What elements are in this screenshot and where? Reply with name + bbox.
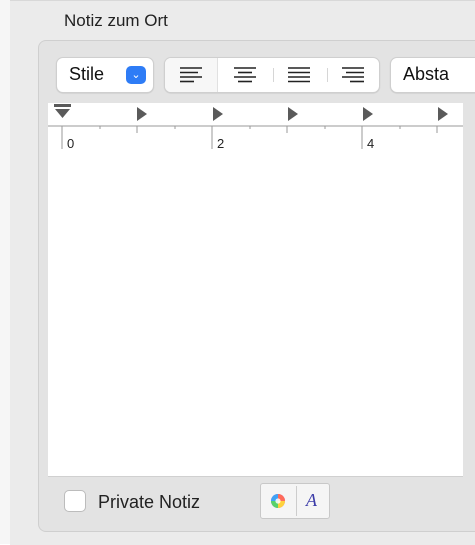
color-wheel-icon — [271, 494, 285, 508]
font-panel-button[interactable]: A — [296, 486, 329, 516]
align-justify-icon — [288, 67, 310, 83]
tab-stop-marker[interactable] — [362, 106, 374, 122]
private-note-checkbox[interactable] — [64, 490, 86, 512]
styles-label: Stile — [69, 64, 105, 84]
text-ruler[interactable]: 0 2 4 — [48, 103, 463, 159]
ruler-label: 2 — [217, 136, 225, 151]
color-picker-button[interactable] — [262, 486, 294, 516]
align-center-icon — [234, 67, 256, 83]
section-title: Notiz zum Ort — [64, 11, 168, 30]
ruler-scale — [48, 125, 463, 149]
alignment-segmented-control — [164, 57, 380, 93]
align-right-button[interactable] — [327, 58, 379, 92]
text-format-buttons: A — [260, 483, 330, 519]
left-indent-marker[interactable] — [53, 103, 73, 125]
align-right-icon — [342, 67, 364, 83]
font-icon: A — [306, 490, 317, 510]
align-justify-button[interactable] — [273, 58, 325, 92]
align-left-button[interactable] — [165, 58, 218, 92]
spacing-label: Absta — [403, 64, 450, 84]
private-note-label[interactable]: Private Notiz — [98, 492, 200, 513]
format-toolbar: Stile ⌄ Absta — [48, 47, 475, 103]
styles-popup-button[interactable]: Stile ⌄ — [56, 57, 154, 93]
align-left-icon — [180, 67, 202, 83]
chevron-down-icon: ⌄ — [126, 66, 146, 84]
align-center-button[interactable] — [219, 58, 271, 92]
note-text-editor[interactable] — [48, 158, 463, 477]
tab-stop-marker[interactable] — [136, 106, 148, 122]
tab-stop-marker[interactable] — [287, 106, 299, 122]
tab-stop-marker[interactable] — [437, 106, 449, 122]
window-left-edge — [0, 0, 10, 544]
ruler-label: 0 — [67, 136, 75, 151]
spacing-popup-button[interactable]: Absta — [390, 57, 475, 93]
ruler-label: 4 — [367, 136, 375, 151]
tab-stop-marker[interactable] — [212, 106, 224, 122]
